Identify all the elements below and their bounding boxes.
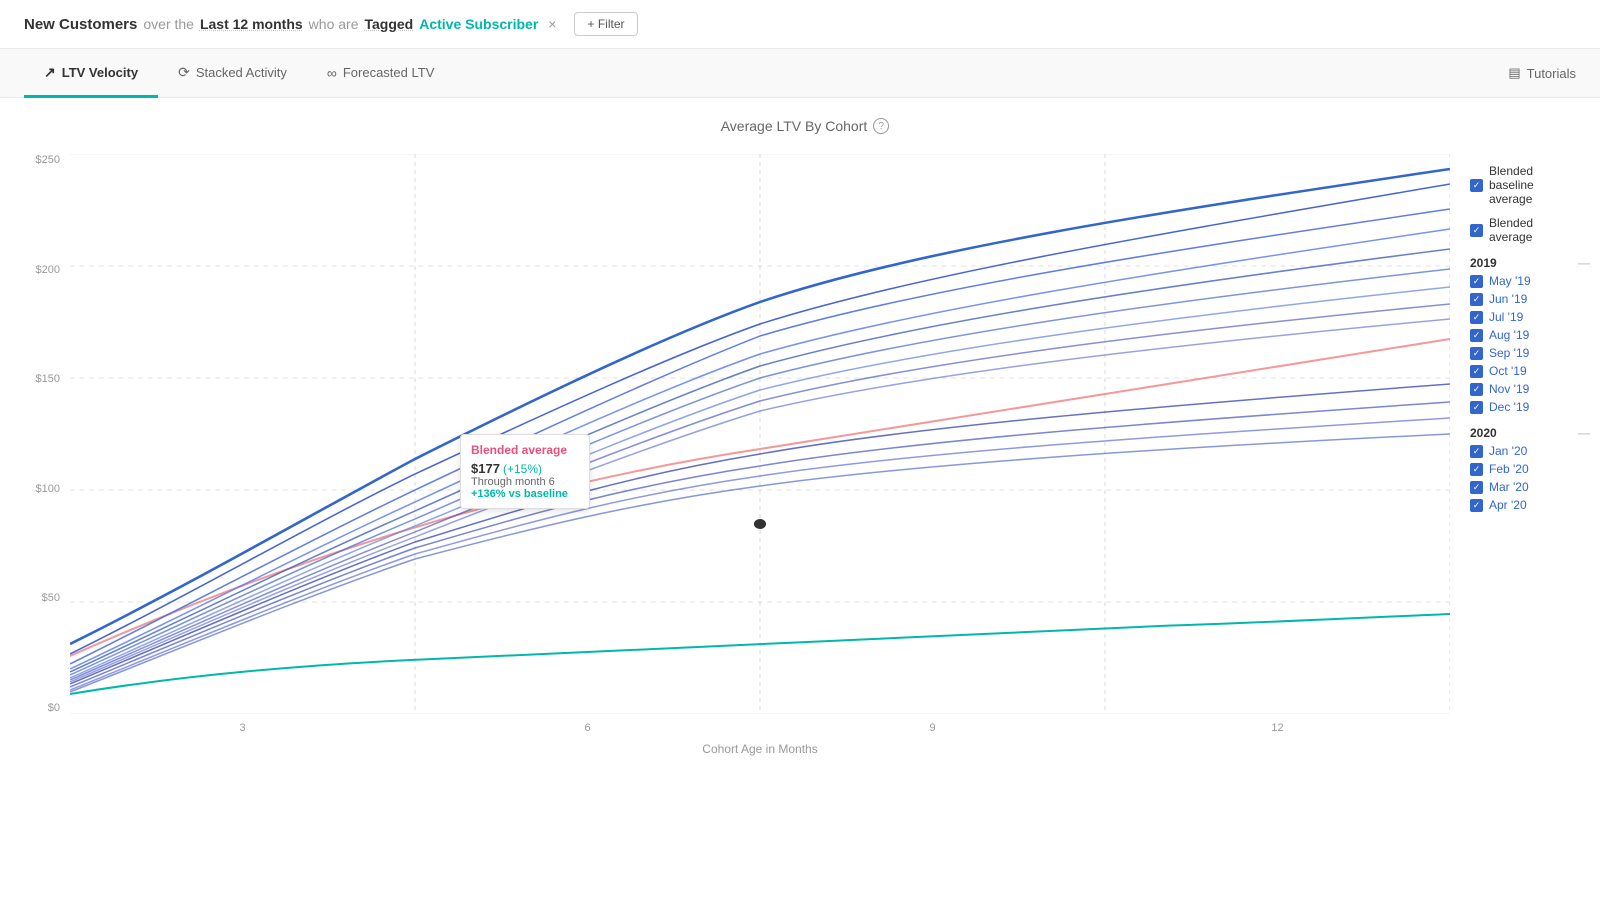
legend-feb-20[interactable]: Feb '20 [1470,462,1590,476]
y-label-200: $200 [36,264,60,276]
ltv-velocity-icon: ↗ [44,64,56,81]
legend-check-blended-avg [1470,224,1483,237]
tab-forecasted-ltv[interactable]: ∞ Forecasted LTV [307,51,455,98]
chart-title: Average LTV By Cohort ? [721,118,890,134]
legend-year-2020: 2020 — [1470,426,1590,440]
legend-label-oct-19: Oct '19 [1489,364,1527,378]
legend-label-may-19: May '19 [1489,274,1531,288]
legend-mar-20[interactable]: Mar '20 [1470,480,1590,494]
stacked-activity-icon: ⟳ [178,64,190,81]
legend-label-feb-20: Feb '20 [1489,462,1529,476]
chart-container: Average LTV By Cohort ? $250 $200 $150 $… [0,98,1600,776]
legend-jul-19[interactable]: Jul '19 [1470,310,1590,324]
chart-svg: .grid-line { stroke: #e0e0e0; stroke-wid… [70,154,1450,714]
x-axis-title: Cohort Age in Months [70,742,1450,756]
legend-check-jul-19 [1470,311,1483,324]
tutorials-icon: ▤ [1508,65,1520,81]
y-label-100: $100 [36,483,60,495]
header-bar: New Customers over the Last 12 months wh… [0,0,1600,49]
new-customers-label: New Customers [24,16,137,33]
legend-label-mar-20: Mar '20 [1489,480,1529,494]
legend-label-blended-baseline: Blendedbaselineaverage [1489,164,1534,206]
legend-check-feb-20 [1470,463,1483,476]
close-subscriber-icon[interactable]: × [548,16,556,32]
legend-year-2019: 2019 — [1470,256,1590,270]
legend-check-mar-20 [1470,481,1483,494]
legend-check-may-19 [1470,275,1483,288]
legend-check-sep-19 [1470,347,1483,360]
legend-jun-19[interactable]: Jun '19 [1470,292,1590,306]
legend-check-blended-baseline [1470,179,1483,192]
legend-label-aug-19: Aug '19 [1489,328,1529,342]
legend-label-jul-19: Jul '19 [1489,310,1523,324]
legend-oct-19[interactable]: Oct '19 [1470,364,1590,378]
legend-label-nov-19: Nov '19 [1489,382,1529,396]
legend-label-sep-19: Sep '19 [1489,346,1529,360]
filter-button[interactable]: + Filter [574,12,637,36]
y-label-50: $50 [42,592,60,604]
forecasted-ltv-icon: ∞ [327,65,337,81]
tutorials-button[interactable]: ▤ Tutorials [1508,51,1576,95]
tab-stacked-activity-label: Stacked Activity [196,65,287,80]
legend-blended-baseline[interactable]: Blendedbaselineaverage [1470,164,1590,206]
legend-check-oct-19 [1470,365,1483,378]
tab-stacked-activity[interactable]: ⟳ Stacked Activity [158,50,307,98]
x-label-12: 12 [1105,722,1450,734]
legend: Blendedbaselineaverage Blendedaverage 20… [1450,154,1590,756]
y-axis: $250 $200 $150 $100 $50 $0 [20,154,70,714]
legend-label-jan-20: Jan '20 [1489,444,1527,458]
legend-may-19[interactable]: May '19 [1470,274,1590,288]
who-are-label: who are [309,16,359,32]
legend-check-apr-20 [1470,499,1483,512]
x-label-9: 9 [760,722,1105,734]
x-axis: 3 6 9 12 [70,714,1450,734]
over-the-label: over the [143,16,194,32]
legend-label-blended-avg: Blendedaverage [1489,216,1533,244]
y-label-0: $0 [48,702,60,714]
period-label[interactable]: Last 12 months [200,16,303,32]
legend-apr-20[interactable]: Apr '20 [1470,498,1590,512]
legend-label-jun-19: Jun '19 [1489,292,1527,306]
tooltip-dot [754,519,766,529]
tutorials-label: Tutorials [1527,66,1576,81]
legend-check-nov-19 [1470,383,1483,396]
help-icon[interactable]: ? [873,118,889,134]
y-label-250: $250 [36,154,60,166]
tab-forecasted-ltv-label: Forecasted LTV [343,65,435,80]
tagged-label[interactable]: Tagged [364,16,413,32]
legend-check-jun-19 [1470,293,1483,306]
tabs-bar: ↗ LTV Velocity ⟳ Stacked Activity ∞ Fore… [0,49,1600,98]
svg-area: .grid-line { stroke: #e0e0e0; stroke-wid… [70,154,1450,714]
legend-check-dec-19 [1470,401,1483,414]
legend-jan-20[interactable]: Jan '20 [1470,444,1590,458]
legend-label-apr-20: Apr '20 [1489,498,1527,512]
legend-check-aug-19 [1470,329,1483,342]
legend-aug-19[interactable]: Aug '19 [1470,328,1590,342]
chart-wrap: $250 $200 $150 $100 $50 $0 .grid-line { … [20,154,1590,756]
tab-ltv-velocity[interactable]: ↗ LTV Velocity [24,50,158,98]
legend-check-jan-20 [1470,445,1483,458]
legend-dec-19[interactable]: Dec '19 [1470,400,1590,414]
y-label-150: $150 [36,373,60,385]
subscriber-label: Active Subscriber [419,16,538,32]
legend-blended-avg[interactable]: Blendedaverage [1470,216,1590,244]
x-label-6: 6 [415,722,760,734]
legend-nov-19[interactable]: Nov '19 [1470,382,1590,396]
tab-ltv-velocity-label: LTV Velocity [62,65,138,80]
chart-title-text: Average LTV By Cohort [721,118,868,134]
x-label-3: 3 [70,722,415,734]
chart-main: .grid-line { stroke: #e0e0e0; stroke-wid… [70,154,1450,756]
legend-label-dec-19: Dec '19 [1489,400,1529,414]
legend-sep-19[interactable]: Sep '19 [1470,346,1590,360]
